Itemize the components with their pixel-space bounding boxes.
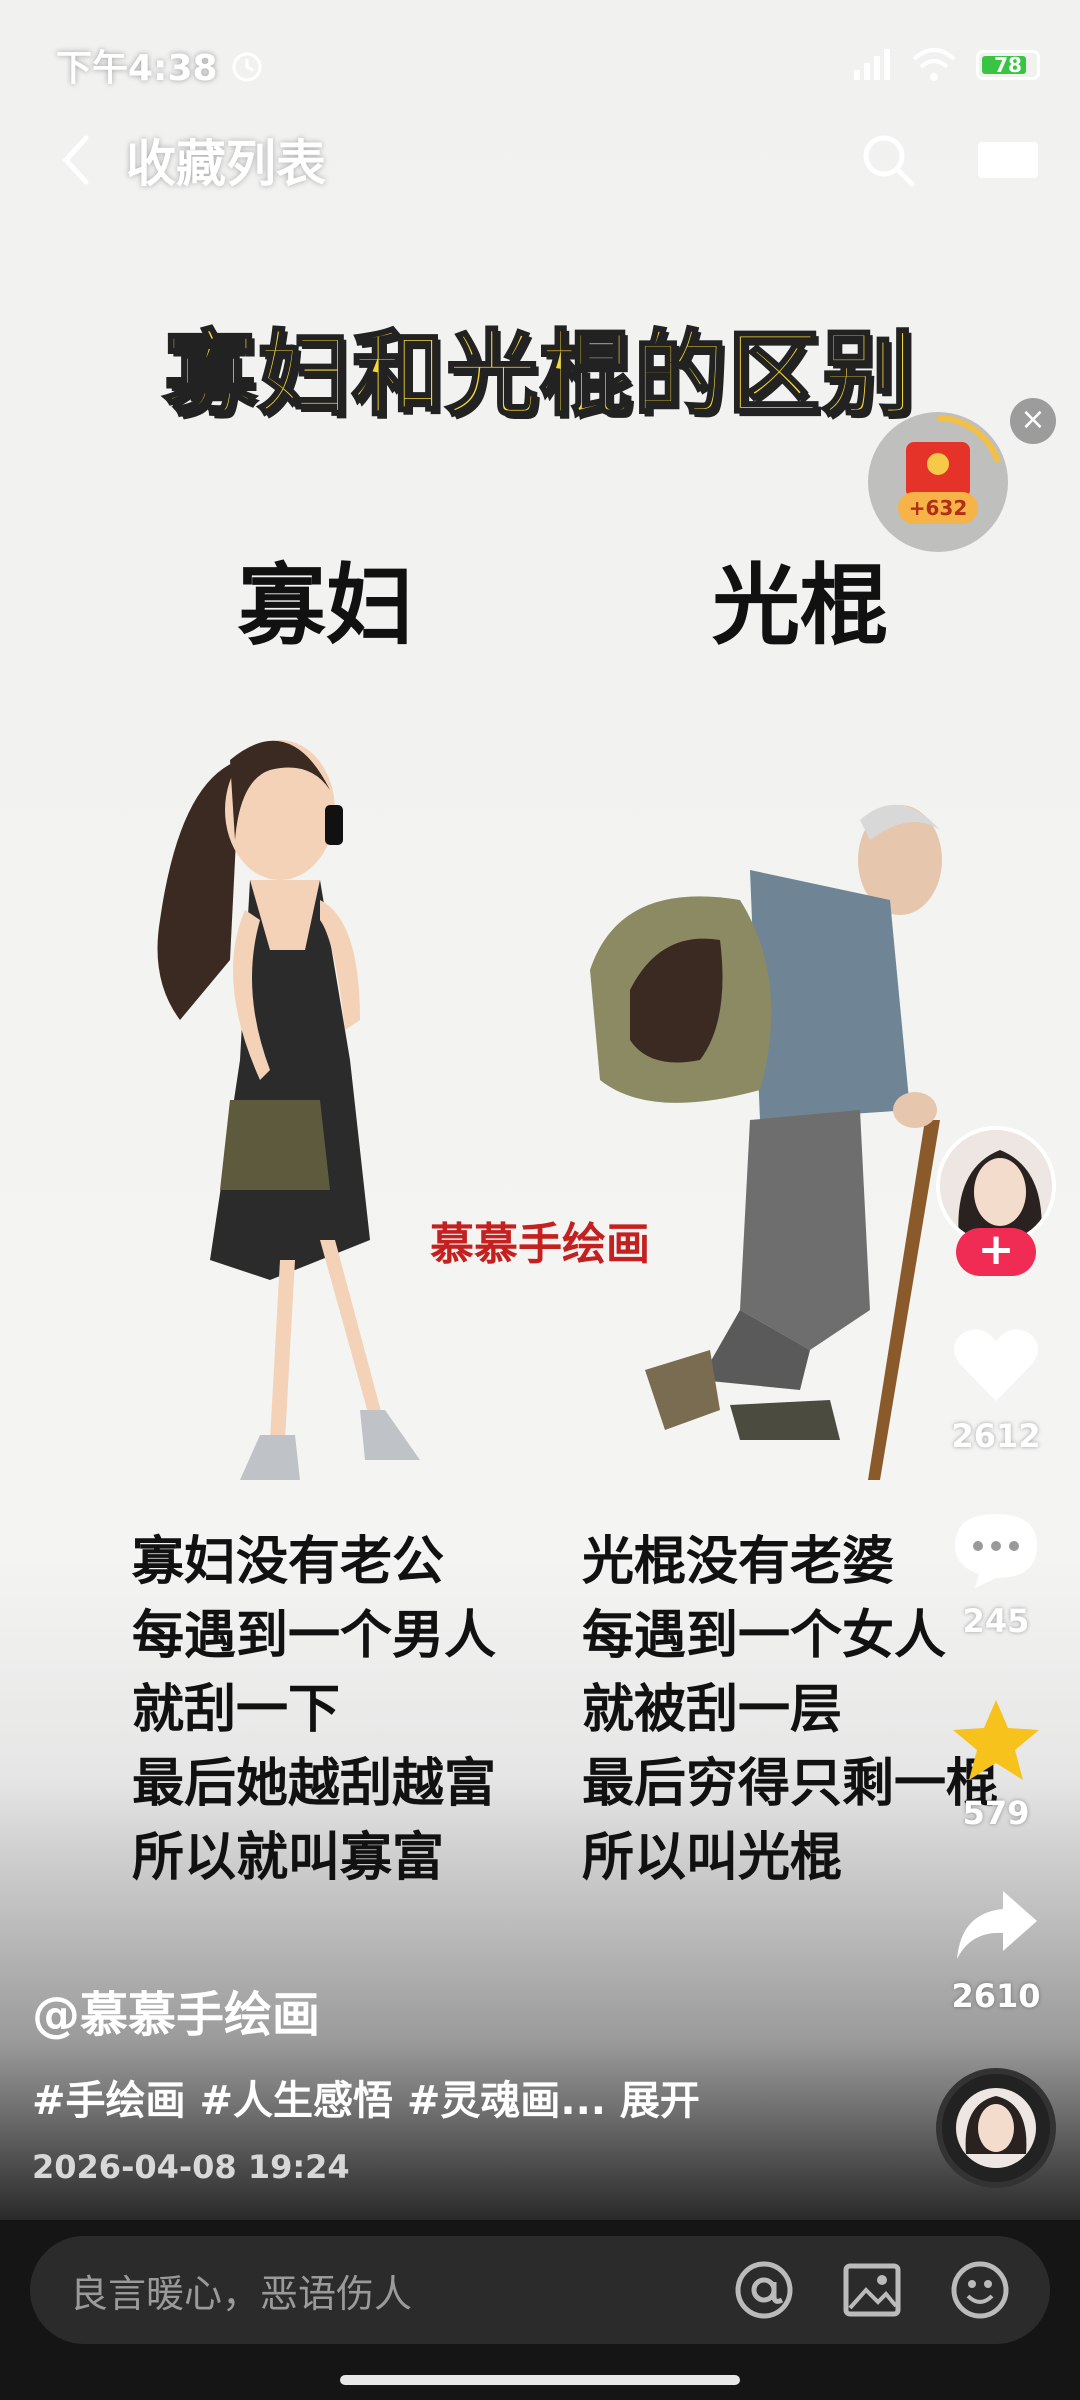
post-date: 2026-04-08 19:24 — [32, 2148, 350, 2186]
star-icon — [953, 1700, 1039, 1780]
woman-illustration — [157, 740, 420, 1480]
disc-avatar-icon — [956, 2088, 1036, 2168]
music-disc[interactable] — [936, 2068, 1056, 2188]
alarm-icon — [232, 52, 262, 82]
comment-action[interactable]: 245 — [936, 1510, 1056, 1640]
top-nav: 收藏列表 — [56, 120, 1040, 200]
comment-placeholder: 良言暖心，恶语伤人 — [70, 2271, 413, 2316]
heart-icon — [953, 1329, 1039, 1401]
red-envelope-icon — [906, 415, 1001, 498]
status-time: 下午4:38 — [56, 48, 218, 89]
follow-button[interactable]: + — [956, 1228, 1036, 1276]
video-content[interactable]: 寡妇和光棍的区别 寡妇 光棍 慕慕手绘画 寡妇没有老公 每遇到一个男人 就刮一下… — [0, 0, 1080, 2220]
page-title: 收藏列表 — [126, 135, 326, 193]
favorite-action[interactable]: 579 — [936, 1698, 1056, 1832]
old-man-illustration — [590, 804, 942, 1480]
left-heading: 寡妇 — [238, 554, 415, 657]
favorite-count: 579 — [962, 1794, 1030, 1832]
back-arrow-icon[interactable] — [56, 132, 96, 188]
comment-bubble-icon — [955, 1514, 1037, 1588]
share-action[interactable]: 2610 — [936, 1885, 1056, 2015]
red-packet-amount: +632 — [898, 492, 978, 524]
wifi-icon — [912, 48, 956, 81]
signal-icon — [854, 49, 890, 80]
more-menu-icon[interactable] — [976, 138, 1040, 182]
bottom-bar: 良言暖心，恶语伤人 — [0, 2220, 1080, 2400]
author-name[interactable]: @慕慕手绘画 — [32, 1975, 320, 2045]
watermark-text: 慕慕手绘画 — [430, 1219, 650, 1270]
home-indicator[interactable] — [340, 2375, 740, 2385]
like-count: 2612 — [951, 1417, 1041, 1455]
comment-count: 245 — [962, 1602, 1030, 1640]
status-bar: 下午4:38 78 — [56, 40, 1040, 90]
emoji-icon[interactable] — [950, 2260, 1010, 2320]
like-action[interactable]: 2612 — [936, 1325, 1056, 1455]
share-count: 2610 — [951, 1977, 1041, 2015]
at-mention-icon[interactable] — [734, 2260, 794, 2320]
close-icon[interactable]: × — [1010, 398, 1056, 444]
hashtags[interactable]: #手绘画 #人生感悟 #灵魂画... 展开 — [32, 2068, 700, 2126]
share-arrow-icon — [957, 1891, 1037, 1959]
red-packet-widget[interactable]: +632 — [868, 412, 1008, 552]
battery-icon: 78 — [976, 50, 1040, 80]
right-heading: 光棍 — [712, 554, 889, 657]
comment-input[interactable]: 良言暖心，恶语伤人 — [30, 2236, 1050, 2344]
search-icon[interactable] — [860, 132, 916, 188]
left-story-text: 寡妇没有老公 每遇到一个男人 就刮一下 最后她越刮越富 所以就叫寡富 — [132, 1532, 497, 1888]
image-icon[interactable] — [842, 2260, 902, 2320]
